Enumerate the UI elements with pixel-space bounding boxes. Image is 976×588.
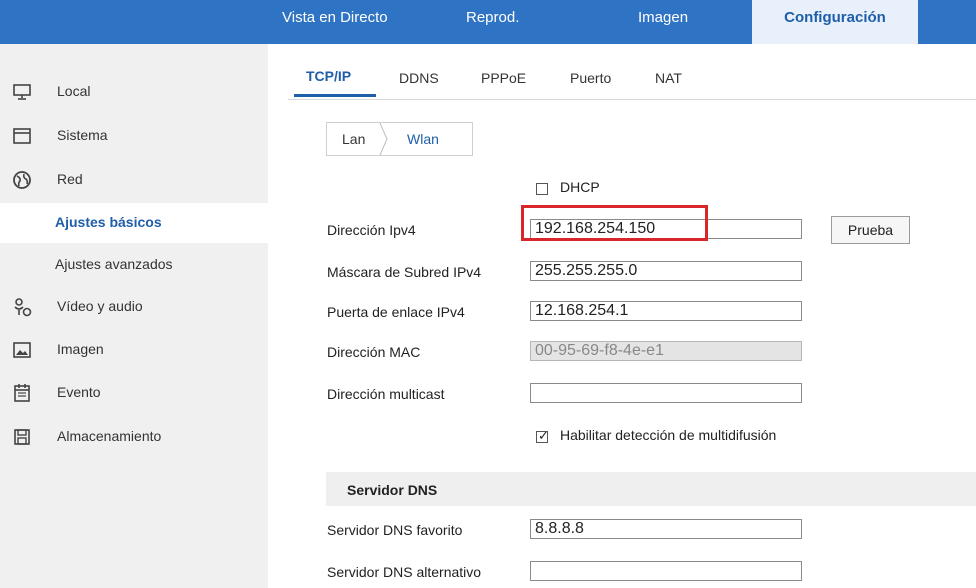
tab-bar: TCP/IP DDNS PPPoE Puerto NAT xyxy=(288,44,976,100)
picture-icon xyxy=(12,340,32,360)
multicast-address-input[interactable] xyxy=(530,383,802,403)
tab-ddns[interactable]: DDNS xyxy=(399,70,439,86)
checkmark-icon: ✓ xyxy=(538,428,549,443)
tab-pppoe[interactable]: PPPoE xyxy=(481,70,526,86)
multicast-discovery-label: Habilitar detección de multidifusión xyxy=(560,427,777,443)
sidebar-item-label: Imagen xyxy=(57,341,104,357)
dhcp-label: DHCP xyxy=(560,179,600,195)
sidebar-item-event[interactable]: Evento xyxy=(0,373,268,413)
active-tab-indicator xyxy=(294,94,376,97)
monitor-icon xyxy=(12,82,32,102)
chevron-separator-icon xyxy=(379,123,388,155)
nav-playback[interactable]: Reprod. xyxy=(466,0,519,44)
subtab-lan[interactable]: Lan xyxy=(342,131,365,147)
window-icon xyxy=(12,126,32,146)
nav-configuration[interactable]: Configuración xyxy=(752,0,918,44)
gateway-label: Puerta de enlace IPv4 xyxy=(327,304,465,320)
tab-nat[interactable]: NAT xyxy=(655,70,682,86)
dns-section-title: Servidor DNS xyxy=(347,482,438,498)
alternate-dns-label: Servidor DNS alternativo xyxy=(327,564,482,580)
sidebar-item-label: Evento xyxy=(57,384,101,400)
interface-subtabs: Lan Wlan xyxy=(326,122,473,156)
sidebar-item-video-audio[interactable]: Vídeo y audio xyxy=(0,287,268,327)
nav-image[interactable]: Imagen xyxy=(638,0,688,44)
sidebar-item-label: Ajustes avanzados xyxy=(55,256,173,272)
preferred-dns-label: Servidor DNS favorito xyxy=(327,522,463,538)
sidebar-item-advanced-settings[interactable]: Ajustes avanzados xyxy=(0,245,268,285)
sidebar-item-label: Sistema xyxy=(57,127,108,143)
main-content: TCP/IP DDNS PPPoE Puerto NAT Lan Wlan DH… xyxy=(268,44,976,588)
sidebar-item-storage[interactable]: Almacenamiento xyxy=(0,417,268,457)
mac-address-label: Dirección MAC xyxy=(327,344,421,360)
preferred-dns-input[interactable]: 8.8.8.8 xyxy=(530,519,802,539)
sidebar-item-label: Almacenamiento xyxy=(57,428,162,444)
globe-icon xyxy=(12,170,32,190)
sidebar-item-label: Red xyxy=(57,171,83,187)
test-button[interactable]: Prueba xyxy=(831,216,910,244)
gateway-input[interactable]: 12.168.254.1 xyxy=(530,301,802,321)
top-navigation-bar: Vista en Directo Reprod. Imagen Configur… xyxy=(0,0,976,44)
nav-live-view[interactable]: Vista en Directo xyxy=(282,0,388,44)
dns-section-header: Servidor DNS xyxy=(326,472,976,506)
storage-icon xyxy=(12,427,32,447)
sidebar-item-system[interactable]: Sistema xyxy=(0,116,268,156)
tab-tcpip[interactable]: TCP/IP xyxy=(306,68,351,84)
multicast-discovery-checkbox[interactable]: ✓ xyxy=(536,428,549,443)
tab-port[interactable]: Puerto xyxy=(570,70,611,86)
sidebar-item-label: Local xyxy=(57,83,91,99)
microphone-video-icon xyxy=(12,297,32,317)
dhcp-checkbox[interactable] xyxy=(536,183,548,195)
subnet-mask-label: Máscara de Subred IPv4 xyxy=(327,264,482,280)
sidebar-item-label: Vídeo y audio xyxy=(57,298,143,314)
sidebar-item-image[interactable]: Imagen xyxy=(0,330,268,370)
sidebar-item-label: Ajustes básicos xyxy=(55,214,162,230)
sidebar-item-local[interactable]: Local xyxy=(0,72,268,112)
multicast-address-label: Dirección multicast xyxy=(327,386,445,402)
calendar-icon xyxy=(12,383,32,403)
alternate-dns-input[interactable] xyxy=(530,561,802,581)
sidebar: Local Sistema Red Ajustes básicos Ajuste… xyxy=(0,44,268,588)
subnet-mask-input[interactable]: 255.255.255.0 xyxy=(530,261,802,281)
highlight-annotation xyxy=(521,205,708,241)
subtab-wlan[interactable]: Wlan xyxy=(407,131,439,147)
mac-address-field: 00-95-69-f8-4e-e1 xyxy=(530,341,802,361)
ipv4-label: Dirección Ipv4 xyxy=(327,222,416,238)
sidebar-item-network[interactable]: Red xyxy=(0,160,268,200)
sidebar-item-basic-settings[interactable]: Ajustes básicos xyxy=(0,203,268,243)
